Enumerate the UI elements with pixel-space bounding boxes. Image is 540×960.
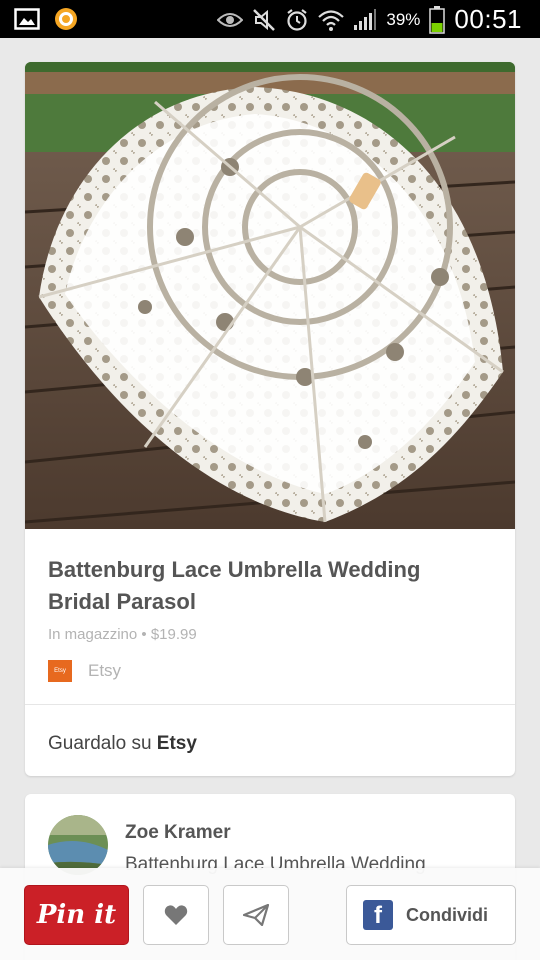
pin-image[interactable] [25, 62, 515, 529]
view-on-prefix: Guardalo su [48, 733, 152, 754]
price: $19.99 [150, 626, 197, 643]
battery-icon [429, 5, 446, 34]
divider [25, 704, 515, 705]
availability: In magazzino [48, 626, 138, 643]
etsy-badge-text: Etsy [54, 668, 66, 674]
pin-meta: In magazzino • $19.99 [48, 626, 197, 643]
facebook-icon: f [363, 900, 393, 930]
view-on-source-link[interactable]: Guardalo su Etsy [48, 733, 197, 755]
heart-icon [164, 905, 188, 925]
send-icon [243, 904, 269, 926]
source-name: Etsy [88, 661, 122, 680]
facebook-share-button[interactable]: f Condividi [346, 885, 516, 945]
pin-title: Battenburg Lace Umbrella Wedding Bridal … [48, 557, 421, 614]
send-button[interactable] [223, 885, 289, 945]
pin-it-label: Pin it [36, 900, 117, 930]
view-on-source: Etsy [156, 733, 197, 754]
battery-percentage: 39% [386, 9, 421, 29]
facebook-glyph: f [374, 902, 382, 929]
pinner-name[interactable]: Zoe Kramer [125, 822, 231, 844]
action-toolbar: Pin it f Condividi [0, 868, 540, 960]
mute-icon [253, 8, 276, 31]
clock: 00:51 [454, 4, 522, 34]
pin-card: Battenburg Lace Umbrella Wedding Bridal … [25, 62, 515, 776]
eye-icon [217, 12, 244, 27]
pin-source[interactable]: Etsy Etsy [48, 660, 121, 682]
alarm-icon [287, 8, 308, 31]
wifi-icon [318, 9, 345, 31]
share-label: Condividi [406, 904, 488, 925]
status-bar: 39% 00:51 [0, 0, 540, 38]
signal-icon [354, 8, 377, 30]
gallery-icon [14, 8, 40, 30]
like-button[interactable] [143, 885, 209, 945]
etsy-logo-icon: Etsy [48, 660, 72, 682]
pin-it-button[interactable]: Pin it [24, 885, 129, 945]
separator: • [141, 626, 147, 643]
app-notification-icon [55, 8, 77, 30]
avatar[interactable] [48, 815, 108, 875]
